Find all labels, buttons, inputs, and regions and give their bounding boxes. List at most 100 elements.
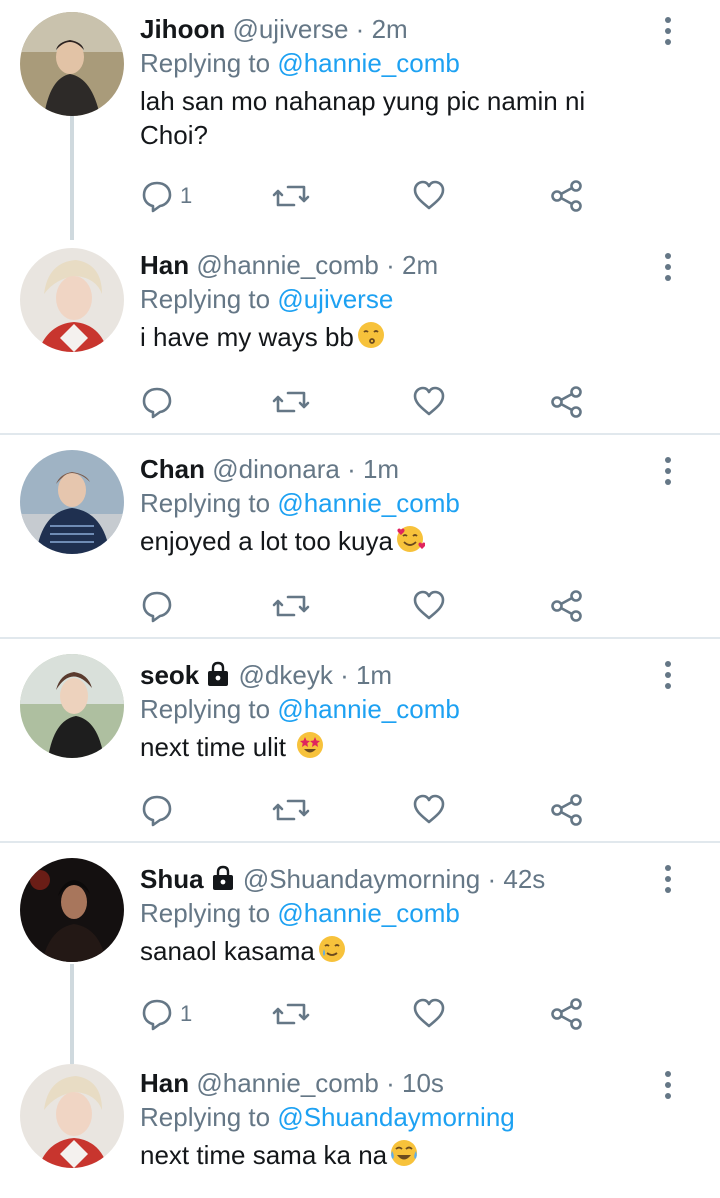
separator-dot: · [386, 250, 395, 280]
timestamp[interactable]: 10s [402, 1068, 444, 1098]
user-handle[interactable]: @Shuandaymorning [243, 864, 480, 894]
timestamp[interactable]: 42s [503, 864, 545, 894]
reply-button[interactable]: 1 [140, 994, 192, 1034]
tweet[interactable]: Han @hannie_comb · 2m Replying to @ujive… [0, 240, 720, 434]
separator-dot: · [487, 864, 497, 894]
reply-icon [142, 999, 172, 1031]
tweet-header: Chan @dinonara · 1m [140, 452, 650, 486]
heart-icon [413, 794, 445, 824]
tweet-text: i have my ways bb [140, 322, 354, 352]
star-struck-emoji [297, 732, 324, 758]
heart-icon [413, 180, 445, 210]
tweet[interactable]: Han @hannie_comb · 10s Replying to @Shua… [0, 1054, 720, 1198]
like-button[interactable] [412, 790, 446, 830]
avatar[interactable] [20, 858, 124, 962]
replying-to: Replying to @hannie_comb [140, 486, 650, 520]
tweet-text-row: i have my ways bb [140, 320, 650, 354]
lock-icon [208, 661, 229, 686]
tears-of-joy-emoji [391, 1140, 418, 1166]
share-icon [551, 998, 582, 1030]
share-button[interactable] [550, 994, 584, 1034]
smiling-face-with-hearts-emoji [396, 526, 425, 552]
replying-to: Replying to @ujiverse [140, 282, 650, 316]
tweet-text-row: next time sama ka na [140, 1138, 650, 1172]
retweet-button[interactable] [272, 790, 310, 830]
tweet[interactable]: Jihoon @ujiverse · 2m Replying to @hanni… [0, 0, 720, 240]
more-options-icon[interactable] [662, 660, 674, 690]
mention-link[interactable]: @hannie_comb [277, 694, 460, 724]
retweet-icon [272, 595, 310, 617]
replying-to: Replying to @hannie_comb [140, 896, 650, 930]
reply-button[interactable]: 1 [140, 176, 192, 216]
share-button[interactable] [550, 790, 584, 830]
replying-to-label: Replying to [140, 1102, 271, 1132]
more-options-icon[interactable] [662, 456, 674, 486]
retweet-button[interactable] [272, 586, 310, 626]
share-button[interactable] [550, 176, 584, 216]
user-name[interactable]: Jihoon [140, 14, 225, 44]
tweet-text: next time ulit [140, 732, 286, 762]
retweet-button[interactable] [272, 176, 310, 216]
reply-icon [142, 591, 172, 623]
timestamp[interactable]: 1m [363, 454, 399, 484]
share-button[interactable] [550, 382, 584, 422]
user-handle[interactable]: @hannie_comb [196, 250, 379, 280]
mention-link[interactable]: @ujiverse [277, 284, 393, 314]
share-button[interactable] [550, 586, 584, 626]
like-button[interactable] [412, 994, 446, 1034]
timestamp[interactable]: 2m [372, 14, 408, 44]
reply-count: 1 [180, 183, 193, 208]
mention-link[interactable]: @hannie_comb [277, 48, 460, 78]
avatar[interactable] [20, 12, 124, 116]
thread-line [70, 115, 74, 240]
tweet-text-row: enjoyed a lot too kuya [140, 524, 650, 558]
heart-icon [413, 998, 445, 1028]
user-name[interactable]: Han [140, 1068, 189, 1098]
kissing-face-emoji [357, 322, 384, 348]
replying-to-label: Replying to [140, 694, 271, 724]
like-button[interactable] [412, 176, 446, 216]
like-button[interactable] [412, 586, 446, 626]
timestamp[interactable]: 1m [356, 660, 392, 690]
retweet-icon [272, 1003, 310, 1025]
share-icon [551, 386, 582, 418]
heart-icon [413, 590, 445, 620]
like-button[interactable] [412, 382, 446, 422]
mention-link[interactable]: @hannie_comb [277, 488, 460, 518]
user-name[interactable]: seok [140, 660, 199, 690]
retweet-button[interactable] [272, 382, 310, 422]
mention-link[interactable]: @hannie_comb [277, 898, 460, 928]
retweet-icon [272, 391, 310, 413]
avatar[interactable] [20, 248, 124, 352]
user-handle[interactable]: @ujiverse [232, 14, 348, 44]
tweet[interactable]: Chan @dinonara · 1m Replying to @hannie_… [0, 436, 720, 638]
user-handle[interactable]: @dinonara [212, 454, 340, 484]
tweet[interactable]: seok @dkeyk · 1m Replying to @hannie_com… [0, 640, 720, 842]
more-options-icon[interactable] [662, 16, 674, 46]
reply-button[interactable] [140, 382, 180, 422]
tweet[interactable]: Shua @Shuandaymorning · 42s Replying to … [0, 844, 720, 1064]
more-options-icon[interactable] [662, 1070, 674, 1100]
reply-button[interactable] [140, 586, 180, 626]
avatar[interactable] [20, 450, 124, 554]
share-icon [551, 590, 582, 622]
user-name[interactable]: Chan [140, 454, 205, 484]
user-name[interactable]: Shua [140, 864, 204, 894]
replying-to: Replying to @Shuandaymorning [140, 1100, 650, 1134]
smiling-face-with-tear-emoji [318, 936, 345, 962]
user-handle[interactable]: @hannie_comb [196, 1068, 379, 1098]
tweet-text: sanaol kasama [140, 936, 315, 966]
user-name[interactable]: Han [140, 250, 189, 280]
user-handle[interactable]: @dkeyk [239, 660, 333, 690]
separator-dot: · [347, 454, 356, 484]
more-options-icon[interactable] [662, 252, 674, 282]
tweet-header: Jihoon @ujiverse · 2m [140, 12, 650, 46]
retweet-button[interactable] [272, 994, 310, 1034]
avatar[interactable] [20, 1064, 124, 1168]
timestamp[interactable]: 2m [402, 250, 438, 280]
reply-button[interactable] [140, 790, 180, 830]
mention-link[interactable]: @Shuandaymorning [277, 1102, 514, 1132]
more-options-icon[interactable] [662, 864, 674, 894]
heart-icon [413, 386, 445, 416]
avatar[interactable] [20, 654, 124, 758]
